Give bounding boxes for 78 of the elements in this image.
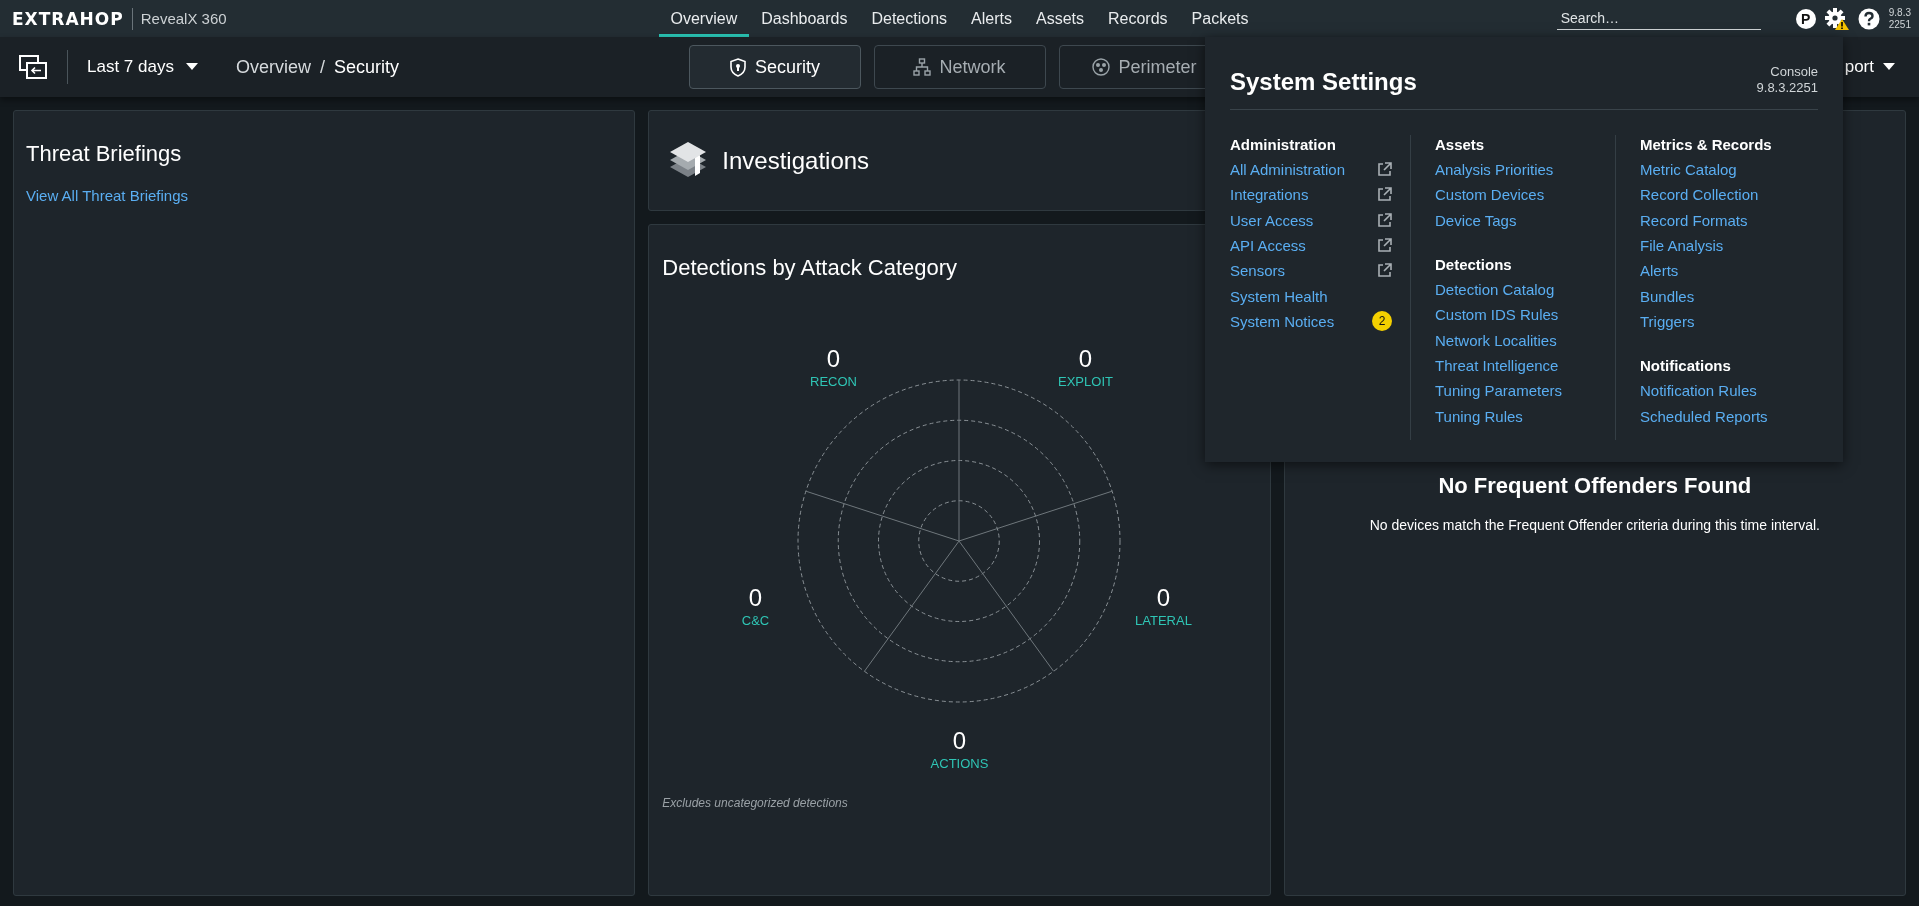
menu-link[interactable]: Metric Catalog [1640, 161, 1737, 179]
notification-badge: 2 [1372, 311, 1392, 332]
report-dropdown[interactable]: port [1842, 55, 1897, 79]
nav-tab[interactable]: Assets [1023, 0, 1096, 37]
menu-link[interactable]: User Access [1230, 211, 1314, 229]
menu-link[interactable]: Bundles [1640, 287, 1695, 305]
menu-link[interactable]: All Administration [1230, 161, 1346, 179]
breadcrumb-item: Security [334, 56, 399, 78]
category-count: 0 [1078, 346, 1093, 372]
nav-tab[interactable]: Alerts [959, 0, 1024, 37]
section-heading: Notifications [1640, 356, 1732, 377]
section-heading: Administration [1230, 135, 1337, 155]
empty-state-title: No Frequent Offenders Found [1438, 473, 1752, 499]
menu-link[interactable]: Custom IDS Rules [1435, 306, 1559, 324]
category-label: C&C [741, 613, 770, 628]
product-name: RevealX 360 [139, 10, 227, 27]
menu-link[interactable]: Tuning Rules [1435, 407, 1523, 425]
search-field[interactable]: Search… [1556, 7, 1761, 30]
menu-link[interactable]: Notification Rules [1640, 382, 1757, 400]
nav-tab[interactable]: Packets [1179, 0, 1261, 37]
version-text: 2251 [1888, 18, 1911, 31]
category-count: 0 [748, 585, 763, 611]
panel-title[interactable]: Investigations [722, 146, 870, 175]
section-heading: Assets [1435, 135, 1486, 155]
view-tab[interactable]: Security [688, 45, 861, 89]
menu-link[interactable]: Detection Catalog [1435, 281, 1555, 299]
nav-tab[interactable]: Dashboards [749, 0, 860, 37]
version-text: 9.8.3.2251 [1756, 80, 1818, 96]
category-label: EXPLOIT [1058, 374, 1113, 389]
profile-avatar[interactable]: P [1795, 8, 1816, 29]
menu-link[interactable]: Tuning Parameters [1435, 382, 1562, 400]
menu-link[interactable]: Custom Devices [1435, 186, 1545, 204]
version-text: 9.8.3 [1888, 6, 1911, 19]
section-heading: Metrics & Records [1640, 135, 1773, 155]
menu-link[interactable]: Device Tags [1435, 211, 1517, 229]
nav-tab[interactable]: Detections [859, 0, 960, 37]
caret-icon [1883, 63, 1895, 71]
circles-icon [1092, 57, 1111, 77]
category-label: ACTIONS [930, 756, 989, 771]
breadcrumb-separator: / [319, 56, 325, 78]
panel-title: Threat Briefings [26, 141, 182, 167]
menu-link[interactable]: Analysis Priorities [1435, 161, 1554, 179]
menu-link[interactable]: File Analysis [1640, 237, 1724, 255]
shield-icon [729, 57, 747, 77]
screens-icon [19, 55, 47, 79]
category-label: LATERAL [1135, 613, 1192, 628]
category-label: RECON [810, 374, 857, 389]
section-heading: Detections [1435, 254, 1513, 275]
menu-link[interactable]: System Health [1230, 287, 1328, 305]
menu-link[interactable]: Threat Intelligence [1435, 356, 1559, 374]
menu-link[interactable]: Sensors [1230, 262, 1286, 280]
console-label: Console [1770, 64, 1818, 80]
empty-state-message: No devices match the Frequent Offender criteria during this time interval. [1369, 517, 1820, 533]
breadcrumb-item[interactable]: Overview [235, 56, 311, 78]
menu-title: System Settings [1230, 68, 1417, 97]
gear-warning-icon [1824, 7, 1849, 30]
time-range-dropdown[interactable]: Last 7 days [85, 55, 200, 79]
menu-link[interactable]: Alerts [1640, 262, 1679, 280]
category-count: 0 [1156, 585, 1171, 611]
menu-link[interactable]: System Notices [1230, 312, 1335, 330]
menu-link[interactable]: Integrations [1230, 186, 1309, 204]
caret-icon [185, 63, 198, 71]
view-tab[interactable]: Network [873, 45, 1046, 89]
logo: EXTRAHOP [12, 7, 133, 30]
nav-tab[interactable]: Records [1096, 0, 1180, 37]
menu-link[interactable]: Scheduled Reports [1640, 407, 1768, 425]
hierarchy-icon [913, 57, 932, 77]
help-icon [1857, 7, 1880, 30]
menu-link[interactable]: Network Localities [1435, 331, 1557, 349]
category-count: 0 [952, 728, 967, 754]
menu-link[interactable]: Triggers [1640, 312, 1695, 330]
link[interactable]: View All Threat Briefings [26, 187, 189, 204]
menu-link[interactable]: Record Formats [1640, 211, 1748, 229]
menu-link[interactable]: API Access [1230, 237, 1306, 255]
footnote: Excludes uncategorized detections [662, 796, 849, 810]
category-count: 0 [826, 346, 841, 372]
menu-link[interactable]: Record Collection [1640, 186, 1759, 204]
screen-toggle-button[interactable] [17, 53, 49, 81]
